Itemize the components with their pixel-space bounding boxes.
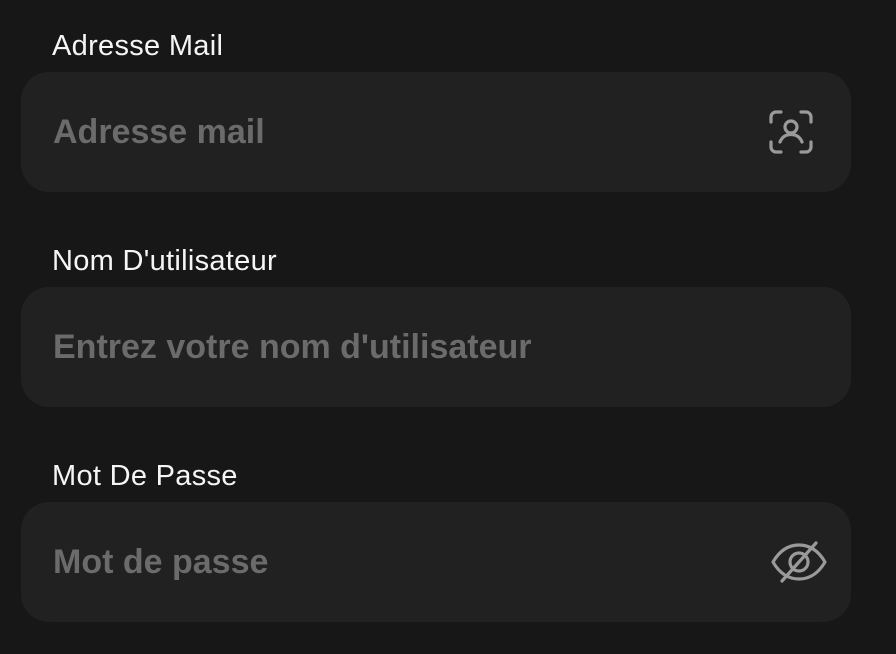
username-field-container <box>21 287 851 407</box>
email-label: Adresse Mail <box>52 30 224 62</box>
password-label: Mot De Passe <box>52 460 238 492</box>
face-scan-icon[interactable] <box>767 108 815 156</box>
eye-off-icon[interactable] <box>769 538 829 586</box>
email-field-container <box>21 72 851 192</box>
password-field-container <box>21 502 851 622</box>
username-field[interactable] <box>53 287 743 407</box>
username-label: Nom D'utilisateur <box>52 245 277 277</box>
email-field[interactable] <box>53 72 743 192</box>
password-field[interactable] <box>53 502 743 622</box>
